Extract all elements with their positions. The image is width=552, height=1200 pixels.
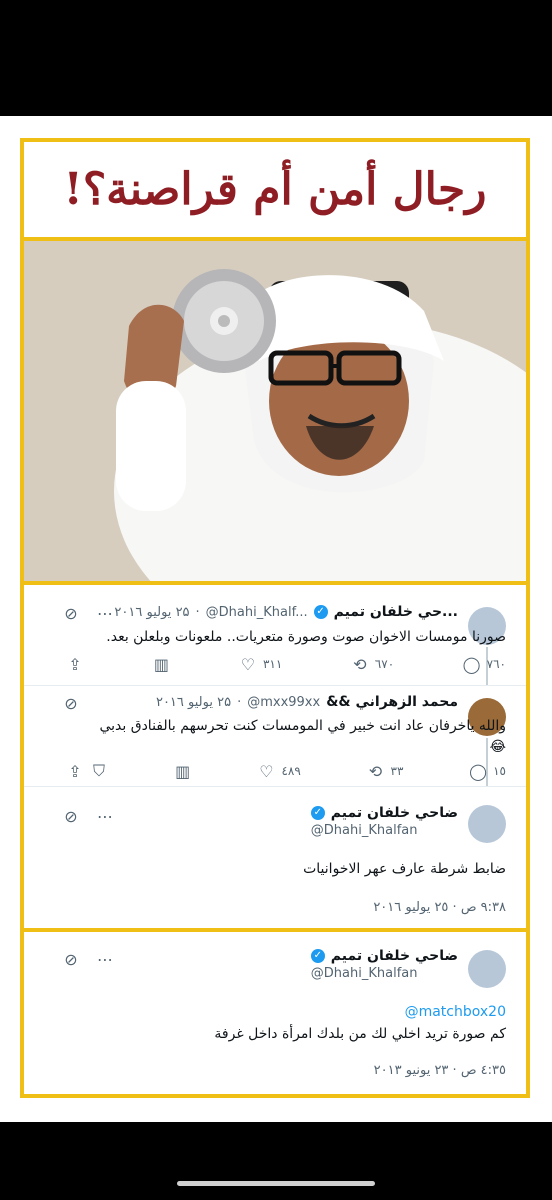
tweet-menu: ⋯ ⊘	[62, 950, 114, 969]
tweet-text: ضابط شرطة عارف عهر الاخوانيات	[303, 861, 506, 877]
hero-image	[24, 237, 526, 585]
views-icon: ▥	[153, 654, 170, 674]
tweet-text: والله ياخرفان عاد انت خبير في المومسات ك…	[99, 718, 506, 755]
link-off-icon[interactable]: ⊘	[62, 807, 80, 826]
retweet-action[interactable]: ⟲ ۳۳	[367, 761, 404, 781]
tweet-menu: ⋯ ⊘	[62, 604, 114, 623]
date: ۲۵ يوليو ۲۰۱٦	[114, 604, 190, 620]
date: ۲۵ يوليو ۲۰۱٦	[155, 694, 232, 710]
share-action[interactable]: ⇪	[66, 654, 84, 674]
top-bar	[0, 0, 552, 116]
avatar	[468, 950, 506, 988]
share-action[interactable]: ⇪ ⛉	[66, 761, 108, 781]
display-name[interactable]: محمد الزهراني &&	[326, 694, 458, 710]
heart-icon: ♡	[240, 654, 256, 674]
tweet-4: ⋯ ⊘ ضاحي خلفان تميم ✓ @Dhahi_Khalfan @ma…	[24, 932, 526, 1092]
reply-icon: ◯	[462, 654, 481, 674]
verified-icon: ✓	[310, 949, 325, 963]
dot-separator: ·	[195, 604, 200, 620]
name-line: ...حي خلفان تميم ✓ @Dhahi_Khalf... · ۲۵ …	[114, 604, 458, 620]
like-count: ۳۱۱	[262, 657, 283, 671]
verified-icon: ✓	[313, 605, 328, 619]
tweet-menu: ⊘	[62, 694, 80, 713]
more-icon[interactable]: ⋯	[96, 950, 114, 969]
home-indicator[interactable]	[177, 1181, 375, 1186]
tweet-actions: ⇪ ⛉ ▥ ♡ ٤٨٩ ⟲ ۳۳ ◯ ١٥	[66, 761, 506, 781]
mention-link[interactable]: @matchbox20	[405, 1002, 506, 1023]
avatar	[468, 805, 506, 843]
tweet-1: ⋯ ⊘ ...حي خلفان تميم ✓ @Dhahi_Khalf... ·…	[24, 595, 526, 685]
headline: رجال أمن أم قراصنة؟!	[63, 164, 487, 215]
retweet-icon: ⟲	[368, 761, 383, 781]
retweet-count: ۳۳	[390, 764, 404, 778]
reply-action[interactable]: ◯ ١٥	[469, 761, 506, 781]
timestamp: ٤:٣٥ ص · ٢٣ يونيو ٢٠١٣	[373, 1063, 506, 1078]
heart-icon: ♡	[259, 761, 274, 781]
handle[interactable]: @Dhahi_Khalfan	[311, 966, 418, 981]
hero-illustration	[24, 241, 526, 581]
timestamp: ٩:٣٨ ص · ٢٥ يوليو ٢٠١٦	[373, 900, 506, 915]
tweet-menu: ⋯ ⊘	[62, 807, 114, 826]
share-icon: ⇪	[68, 761, 82, 781]
reply-action[interactable]: ◯ ٧٦٠	[462, 654, 506, 674]
name-block: ضاحي خلفان تميم ✓ @Dhahi_Khalfan	[310, 805, 458, 838]
like-action[interactable]: ♡ ۳۱۱	[239, 654, 283, 674]
like-count: ٤٨٩	[281, 764, 301, 778]
display-name[interactable]: ضاحي خلفان تميم	[331, 805, 458, 821]
more-icon[interactable]: ⋯	[96, 807, 114, 826]
handle[interactable]: @mxx99xx	[247, 695, 320, 710]
retweet-action[interactable]: ⟲ ٦٧٠	[351, 654, 395, 674]
reply-icon: ◯	[469, 761, 488, 781]
link-off-icon[interactable]: ⊘	[62, 604, 80, 623]
retweet-icon: ⟲	[353, 654, 367, 674]
retweet-count: ٦٧٠	[374, 657, 395, 671]
name-block: ضاحي خلفان تميم ✓ @Dhahi_Khalfan	[310, 948, 458, 981]
views-icon: ▥	[175, 761, 191, 781]
views-action[interactable]: ▥	[174, 761, 192, 781]
display-name[interactable]: ضاحي خلفان تميم	[331, 948, 458, 964]
link-off-icon[interactable]: ⊘	[62, 950, 80, 969]
display-name[interactable]: ...حي خلفان تميم	[334, 604, 458, 620]
views-action[interactable]: ▥	[152, 654, 170, 674]
tweet-text: كم صورة تريد اخلي لك من بلدك امرأة داخل …	[214, 1026, 506, 1042]
tweet-actions: ⇪ ▥ ♡ ۳۱۱ ⟲ ٦٧٠ ◯ ٧٦٠	[66, 654, 506, 674]
like-action[interactable]: ♡ ٤٨٩	[257, 761, 301, 781]
verified-icon: ✓	[310, 806, 325, 820]
reply-count: ١٥	[493, 764, 506, 778]
more-icon[interactable]: ⋯	[96, 604, 114, 623]
handle[interactable]: @Dhahi_Khalfan	[311, 823, 418, 838]
share-icon: ⇪	[68, 654, 82, 674]
dot-separator: ·	[237, 694, 242, 710]
tweet-text: صورنا مومسات الاخوان صوت وصورة متعريات..…	[106, 629, 506, 645]
name-line: محمد الزهراني && @mxx99xx · ۲۵ يوليو ۲۰۱…	[156, 694, 458, 710]
bookmark-icon: ⛉	[92, 761, 105, 780]
tweet-3: ⋯ ⊘ ضاحي خلفان تميم ✓ @Dhahi_Khalfan ضاب…	[24, 787, 526, 927]
tweet-2: ⊘ محمد الزهراني && @mxx99xx · ۲۵ يوليو ۲…	[24, 686, 526, 786]
reply-count: ٧٦٠	[486, 657, 506, 671]
handle[interactable]: @Dhahi_Khalf...	[206, 605, 308, 620]
link-off-icon[interactable]: ⊘	[62, 694, 80, 713]
